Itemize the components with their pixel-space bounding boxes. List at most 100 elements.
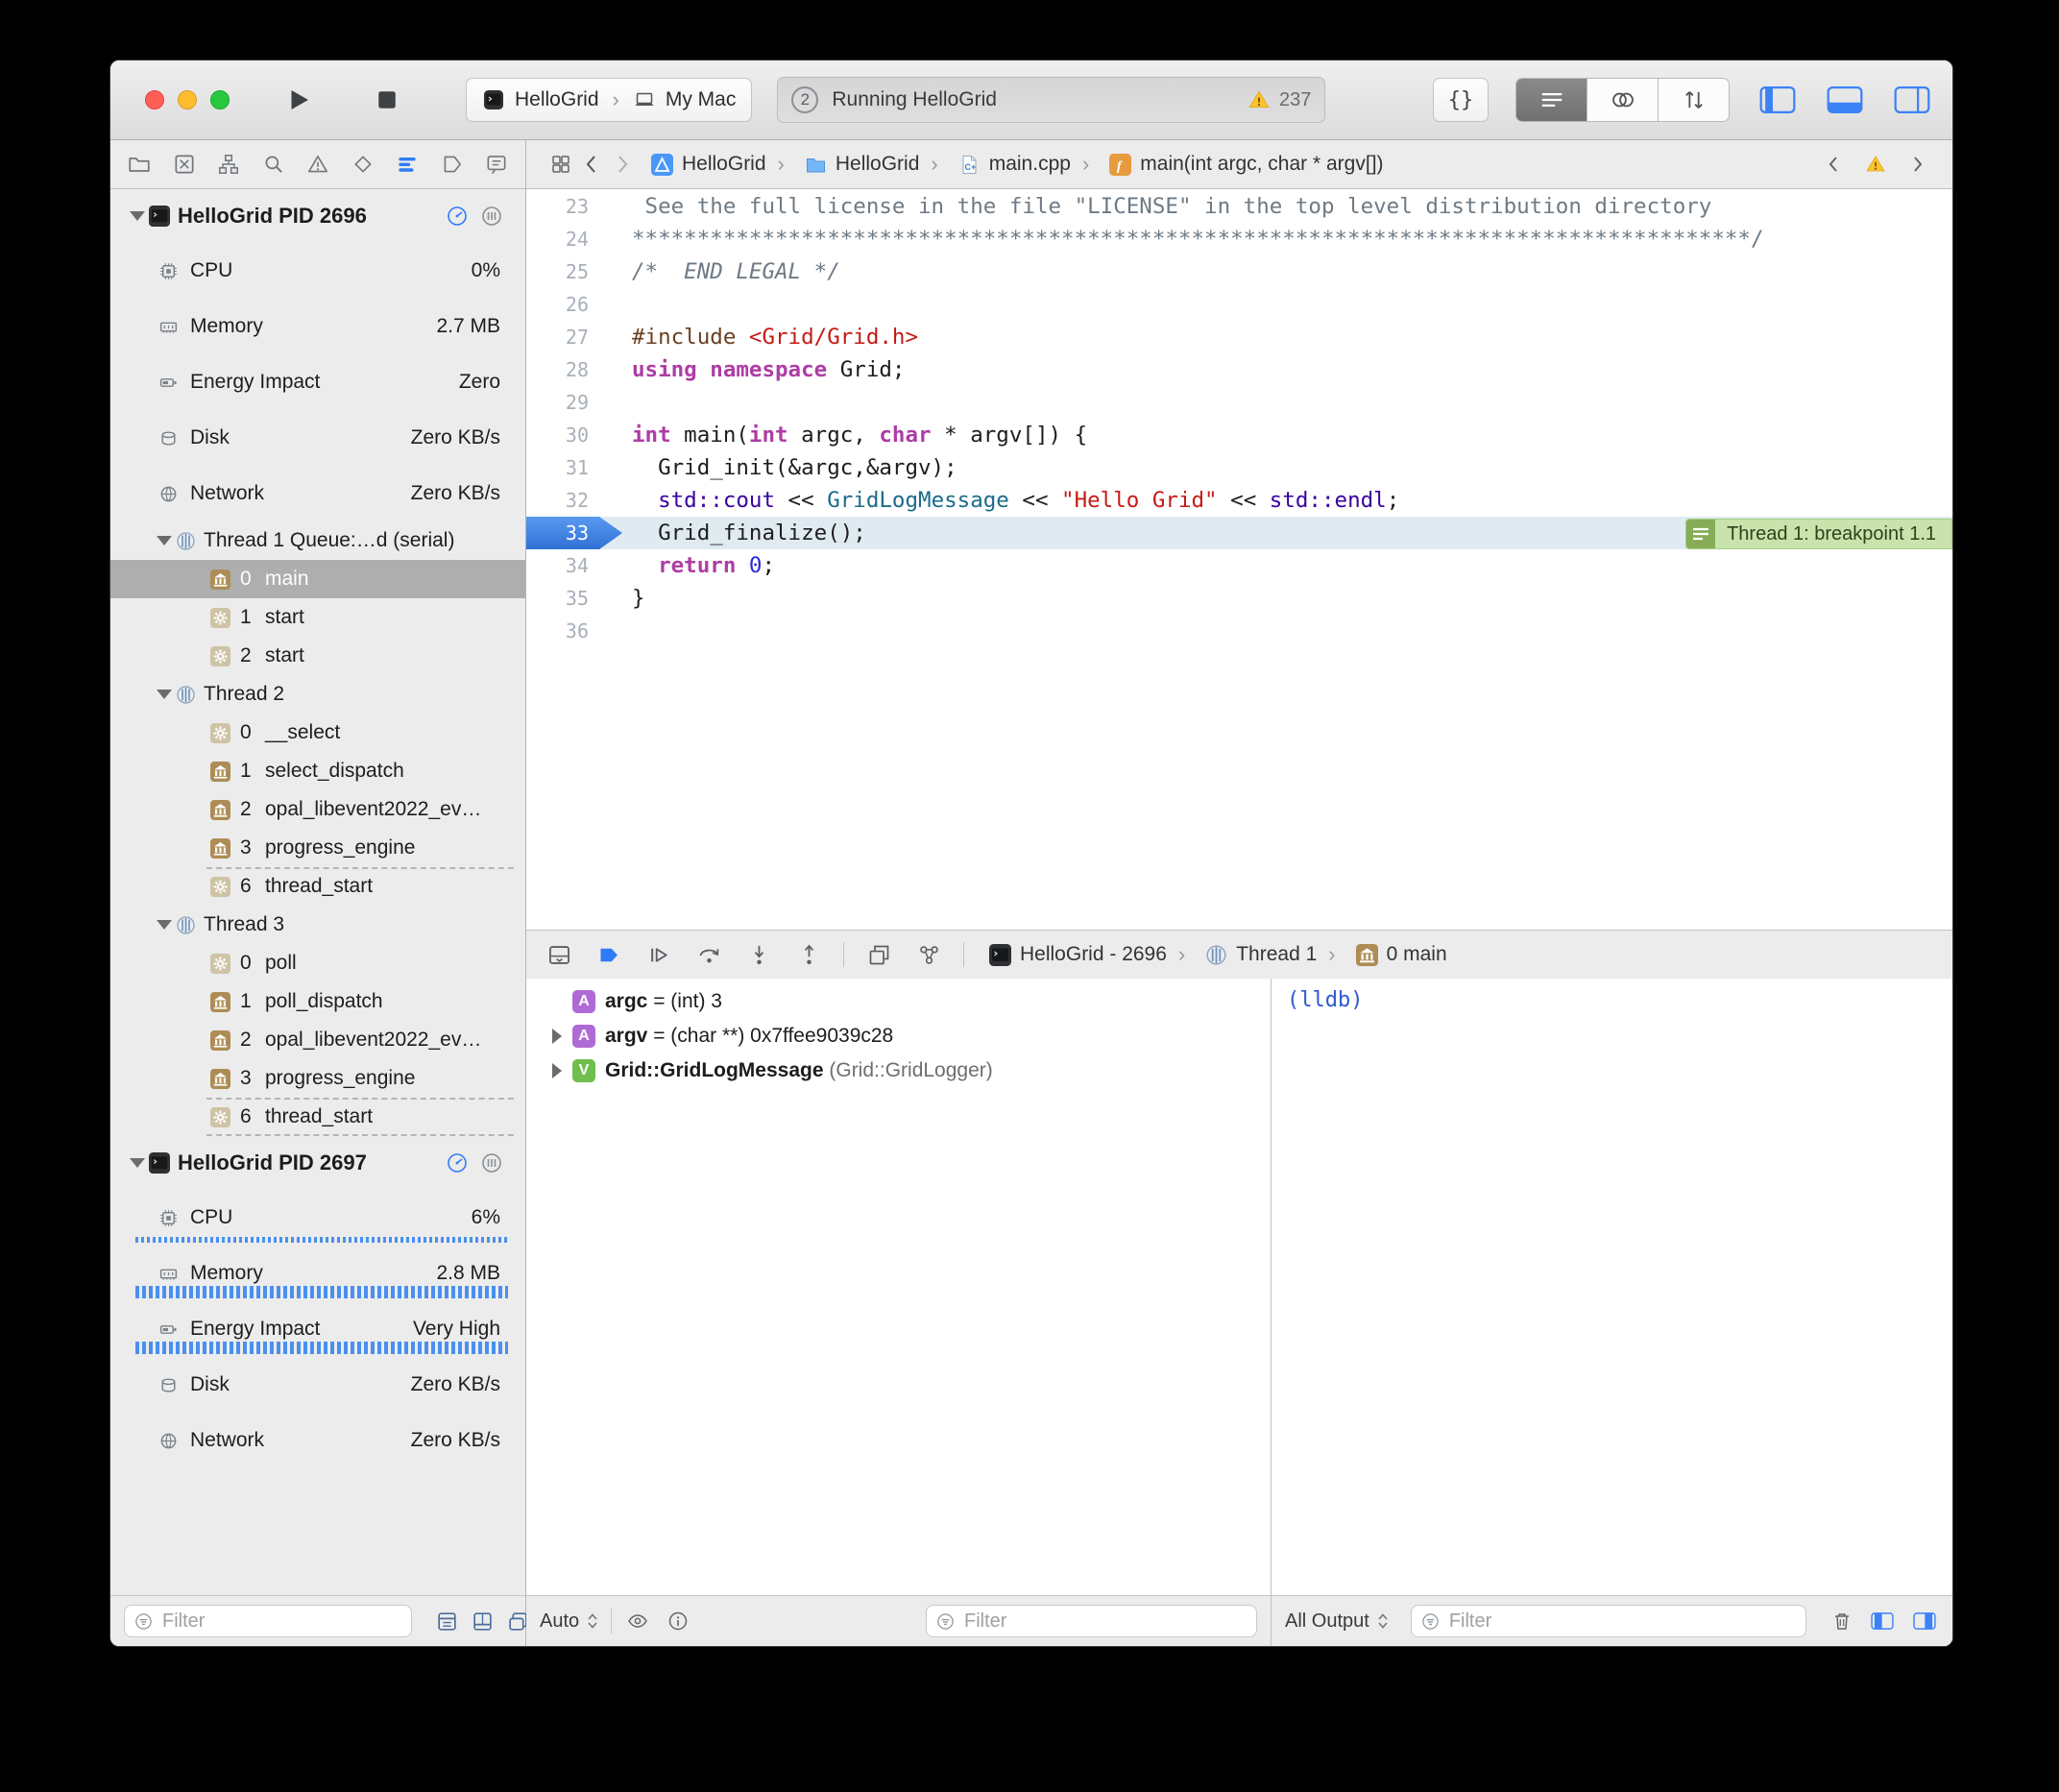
toggle-debug-panel-button[interactable]: [1824, 79, 1866, 121]
line-number[interactable]: 31: [526, 451, 598, 484]
disclosure-triangle-icon[interactable]: [545, 1063, 569, 1078]
line-number[interactable]: 23: [526, 190, 598, 223]
code-line[interactable]: 32 std::cout << GridLogMessage << "Hello…: [526, 484, 1952, 517]
debug-view-hierarchy-icon[interactable]: [863, 938, 894, 971]
code-line[interactable]: 30 int main(int argc, char * argv[]) {: [526, 419, 1952, 451]
line-number[interactable]: 25: [526, 255, 598, 288]
code-line[interactable]: 23 See the full license in the file "LIC…: [526, 190, 1952, 223]
thread-row[interactable]: Thread 3: [110, 906, 525, 944]
thread-row[interactable]: Thread 2: [110, 675, 525, 714]
stack-frame-row[interactable]: 1 poll_dispatch: [110, 982, 525, 1021]
variables-scope-popup[interactable]: Auto: [540, 1610, 599, 1633]
line-number[interactable]: 33: [526, 517, 622, 549]
report-navigator-icon[interactable]: [483, 149, 510, 180]
toggle-inspector-panel-button[interactable]: [1891, 79, 1933, 121]
disclosure-triangle-icon[interactable]: [545, 1029, 569, 1044]
jumpbar-group-crumb[interactable]: HelloGrid: [766, 152, 920, 177]
stack-frame-row[interactable]: 3 progress_engine: [110, 1059, 525, 1098]
code-line[interactable]: 25 /* END LEGAL */: [526, 255, 1952, 288]
debug-thread-crumb[interactable]: Thread 1: [1167, 942, 1317, 967]
thread-row[interactable]: Thread 1 Queue:…d (serial): [110, 521, 525, 560]
issue-warning-icon[interactable]: [1864, 153, 1887, 176]
code-line[interactable]: 31 Grid_init(&argc,&argv);: [526, 451, 1952, 484]
continue-execution-icon[interactable]: [643, 938, 674, 971]
project-navigator-icon[interactable]: [126, 149, 153, 180]
line-number[interactable]: 28: [526, 353, 598, 386]
stack-frame-row[interactable]: 6 thread_start: [110, 1098, 525, 1136]
navigator-filter-input[interactable]: [160, 1610, 401, 1634]
disclosure-triangle-icon[interactable]: [153, 920, 176, 930]
scheme-selector[interactable]: HelloGrid My Mac: [466, 78, 752, 122]
code-line[interactable]: 26: [526, 288, 1952, 321]
jumpbar-file-crumb[interactable]: C+ main.cpp: [919, 152, 1071, 177]
disclosure-triangle-icon[interactable]: [153, 536, 176, 545]
disclosure-triangle-icon[interactable]: [126, 211, 149, 221]
variables-filter-input[interactable]: [962, 1610, 1247, 1634]
view-options-button-icon[interactable]: [481, 1152, 502, 1174]
minimize-window-button[interactable]: [178, 90, 197, 109]
issue-navigator-icon[interactable]: [304, 149, 331, 180]
gauge-row[interactable]: Memory 2.7 MB: [110, 299, 525, 354]
console-filter-field[interactable]: [1411, 1605, 1806, 1637]
step-into-icon[interactable]: [743, 938, 774, 971]
console-filter-input[interactable]: [1447, 1610, 1796, 1634]
line-number[interactable]: 27: [526, 321, 598, 353]
toggle-navigator-panel-button[interactable]: [1756, 79, 1799, 121]
console-output-popup[interactable]: All Output: [1285, 1610, 1390, 1633]
hide-debug-area-icon[interactable]: [544, 938, 574, 971]
console-output[interactable]: (lldb): [1272, 979, 1952, 1595]
code-line[interactable]: 35 }: [526, 582, 1952, 615]
gauge-row[interactable]: Network Zero KB/s: [110, 466, 525, 521]
stack-frame-row[interactable]: 1 select_dispatch: [110, 752, 525, 790]
show-variables-view-toggle-icon[interactable]: [1868, 1606, 1897, 1636]
stack-frame-row[interactable]: 2 opal_libevent2022_ev…: [110, 1021, 525, 1059]
zoom-window-button[interactable]: [210, 90, 230, 109]
code-line[interactable]: 33 Grid_finalize(); Thread 1: breakpoint…: [526, 517, 1952, 549]
symbol-navigator-icon[interactable]: [215, 149, 242, 180]
line-number[interactable]: 35: [526, 582, 598, 615]
gauge-row[interactable]: CPU 6%: [110, 1190, 525, 1246]
go-back-icon[interactable]: [576, 148, 607, 181]
warning-icon[interactable]: [1247, 87, 1272, 112]
line-number[interactable]: 29: [526, 386, 598, 419]
related-items-icon[interactable]: [545, 148, 576, 181]
process-row[interactable]: HelloGrid PID 2696: [110, 189, 525, 243]
variable-row[interactable]: A argv = (char **) 0x7ffee9039c28: [526, 1019, 1271, 1053]
stack-frame-row[interactable]: 2 opal_libevent2022_ev…: [110, 790, 525, 829]
close-window-button[interactable]: [145, 90, 164, 109]
clear-console-trash-icon[interactable]: [1828, 1606, 1856, 1636]
gauge-row[interactable]: Energy Impact Zero: [110, 354, 525, 410]
step-over-icon[interactable]: [693, 938, 724, 971]
stack-frame-row[interactable]: 0 poll: [110, 944, 525, 982]
line-number[interactable]: 24: [526, 223, 598, 255]
profile-gauge-button-icon[interactable]: [447, 1152, 468, 1174]
line-number[interactable]: 32: [526, 484, 598, 517]
assistant-editor-button[interactable]: [1587, 79, 1659, 121]
stack-frame-row[interactable]: 1 start: [110, 598, 525, 637]
test-navigator-icon[interactable]: [350, 149, 376, 180]
view-options-button-icon[interactable]: [481, 206, 502, 227]
variable-row[interactable]: A argc = (int) 3: [526, 984, 1271, 1019]
line-number[interactable]: 30: [526, 419, 598, 451]
step-out-icon[interactable]: [793, 938, 824, 971]
gauge-row[interactable]: CPU 0%: [110, 243, 525, 299]
breakpoint-annotation[interactable]: Thread 1: breakpoint 1.1: [1685, 519, 1952, 549]
stack-frame-row[interactable]: 0 __select: [110, 714, 525, 752]
view-process-by-queue-toggle-icon[interactable]: [471, 1607, 495, 1635]
version-editor-button[interactable]: [1659, 79, 1729, 121]
gauge-row[interactable]: Disk Zero KB/s: [110, 410, 525, 466]
code-line[interactable]: 36: [526, 615, 1952, 647]
find-navigator-icon[interactable]: [260, 149, 287, 180]
standard-editor-button[interactable]: [1516, 79, 1587, 121]
flatten-stack-toggle-icon[interactable]: [435, 1607, 459, 1635]
line-number[interactable]: 36: [526, 615, 598, 647]
profile-gauge-button-icon[interactable]: [447, 206, 468, 227]
variable-row[interactable]: V Grid::GridLogMessage (Grid::GridLogger…: [526, 1053, 1271, 1088]
quick-look-eye-icon[interactable]: [623, 1606, 652, 1636]
stack-frame-row[interactable]: 3 progress_engine: [110, 829, 525, 867]
debug-navigator-icon[interactable]: [394, 149, 421, 180]
breakpoint-navigator-icon[interactable]: [439, 149, 466, 180]
breakpoints-toggle-icon[interactable]: [593, 938, 624, 971]
debug-process-crumb[interactable]: HelloGrid - 2696: [989, 943, 1167, 966]
gauge-row[interactable]: Memory 2.8 MB: [110, 1246, 525, 1301]
